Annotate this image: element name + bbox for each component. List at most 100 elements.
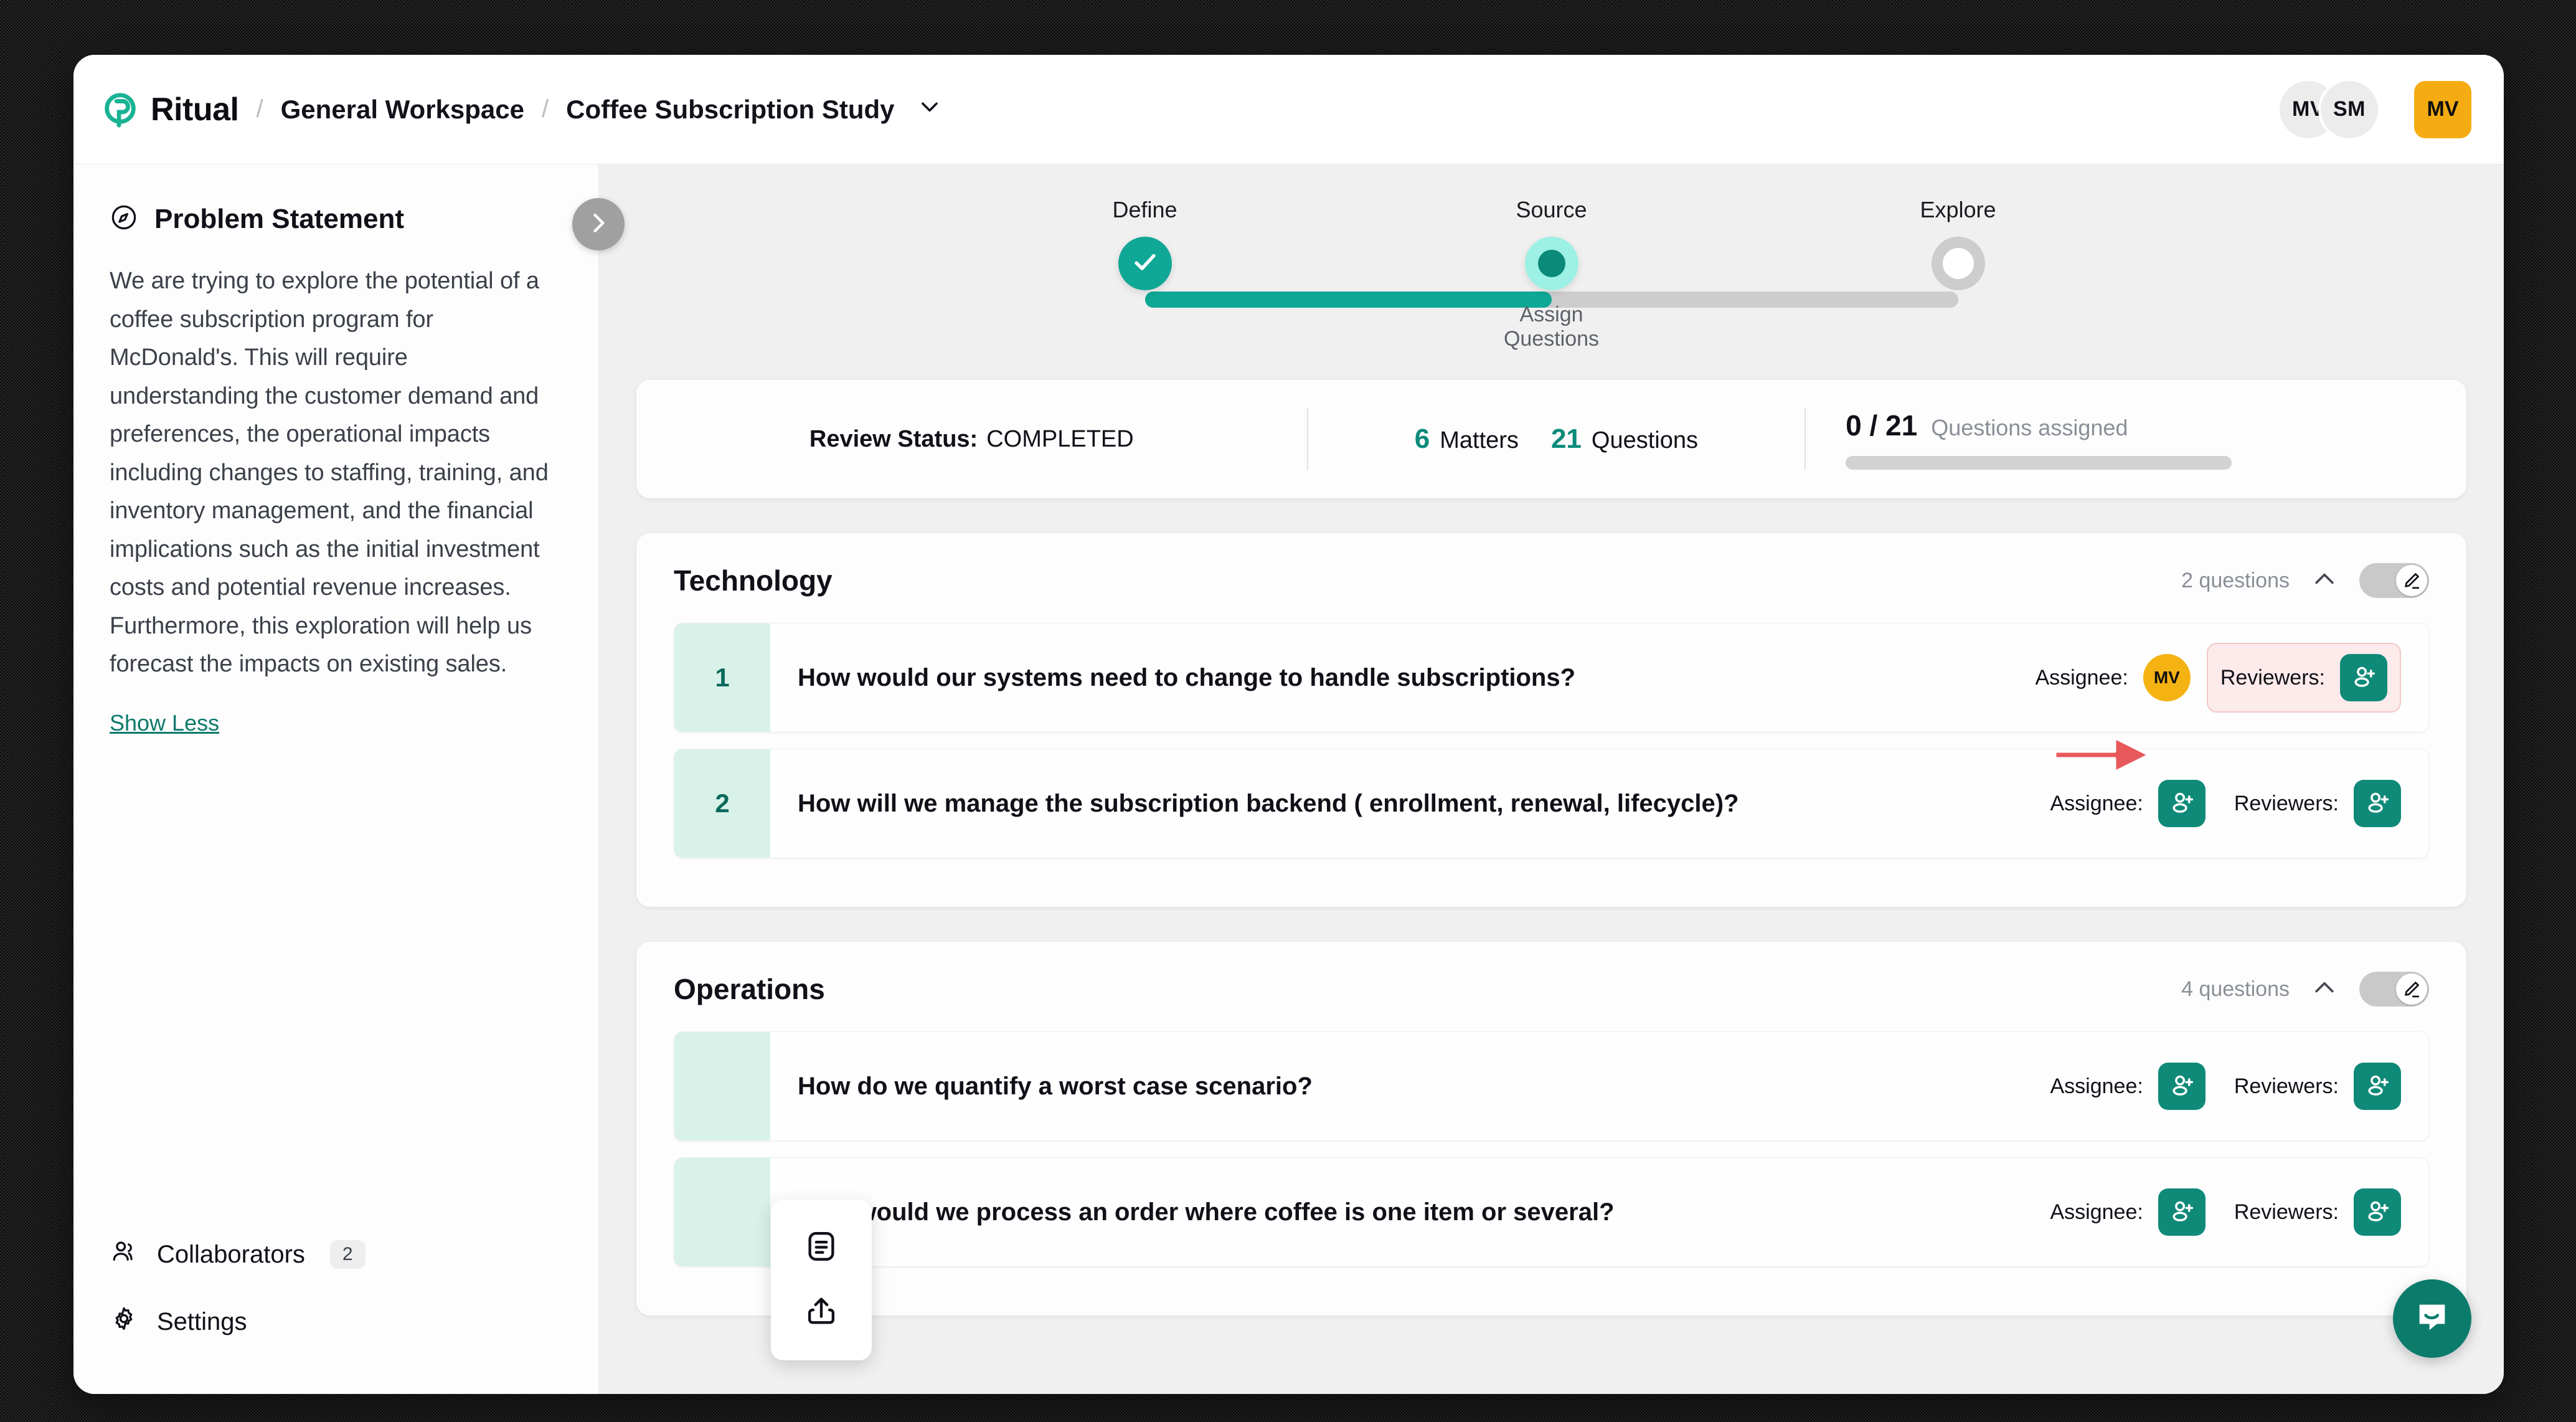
table-row[interactable]: 2 How will we manage the subscription ba… <box>674 749 2429 858</box>
question-actions: Assignee: MV Reviewers: <box>2036 623 2429 732</box>
reviewers-highlight: Reviewers: <box>2206 643 2401 713</box>
question-number: 1 <box>674 623 770 732</box>
section-operations: Operations 4 questions How do we quantif… <box>636 942 2466 1315</box>
stepper-step-explore[interactable]: Explore <box>1877 197 2039 290</box>
stepper-step-define[interactable]: Define <box>1064 197 1226 290</box>
problem-statement-text: We are trying to explore the potential o… <box>110 268 549 678</box>
table-row[interactable]: How would we process an order where coff… <box>674 1157 2429 1267</box>
assignee-avatar[interactable]: MV <box>2143 654 2191 701</box>
main-content: Define Source Assign Questions Explore R… <box>599 164 2504 1394</box>
stepper-dot-current[interactable] <box>1524 237 1578 290</box>
review-status-label: Review Status: <box>809 425 978 452</box>
counts-group: 6 Matters 21 Questions <box>1308 424 1805 455</box>
status-badge: 2 <box>329 1240 366 1269</box>
stepper-dot-todo[interactable] <box>1931 237 1985 290</box>
table-row[interactable]: How do we quantify a worst case scenario… <box>674 1031 2429 1141</box>
assignee-group: Assignee: <box>2050 780 2206 827</box>
section-edit-toggle[interactable] <box>2359 972 2429 1007</box>
users-icon <box>110 1237 138 1272</box>
sidebar-bottom-nav: Collaborators 2 Settings <box>110 1221 562 1394</box>
problem-statement-header: Problem Statement <box>110 203 562 235</box>
add-reviewer-button[interactable] <box>2340 654 2387 701</box>
floating-toolbar <box>771 1200 872 1360</box>
add-assignee-button[interactable] <box>2158 780 2206 827</box>
reviewers-label: Reviewers: <box>2234 791 2339 815</box>
assignee-label: Assignee: <box>2050 1074 2143 1098</box>
matters-metric: 6 Matters <box>1415 424 1519 455</box>
section-header-controls: 2 questions <box>2181 563 2429 598</box>
questions-metric: 21 Questions <box>1551 424 1698 455</box>
share-icon[interactable] <box>803 1292 839 1332</box>
add-assignee-button[interactable] <box>2158 1063 2206 1110</box>
breadcrumb-workspace[interactable]: General Workspace <box>281 95 524 125</box>
add-assignee-button[interactable] <box>2158 1188 2206 1236</box>
reviewers-label: Reviewers: <box>2234 1200 2339 1224</box>
app-window: Ritual / General Workspace / Coffee Subs… <box>73 55 2504 1394</box>
add-person-icon <box>2364 1071 2391 1102</box>
question-number <box>674 1032 770 1140</box>
reviewers-label: Reviewers: <box>2234 1074 2339 1098</box>
section-question-count: 4 questions <box>2181 977 2290 1001</box>
stepper-step-label: Explore <box>1920 197 1996 222</box>
add-person-icon <box>2364 1197 2391 1228</box>
stepper-step-sublabel: Assign Questions <box>1503 303 1600 351</box>
pencil-icon <box>2396 974 2427 1005</box>
question-actions: Assignee: Reviewers: <box>2050 1158 2429 1266</box>
question-text: How would we process an order where coff… <box>798 1198 1615 1226</box>
reviewers-group: Reviewers: <box>2220 654 2387 701</box>
assignee-group: Assignee: <box>2050 1188 2206 1236</box>
reviewers-group: Reviewers: <box>2234 1188 2401 1236</box>
sidebar-item-settings[interactable]: Settings <box>110 1288 562 1355</box>
pencil-icon <box>2396 565 2427 596</box>
chevron-down-icon[interactable] <box>918 95 941 125</box>
assigned-count: 0 / 21 <box>1846 409 1918 442</box>
section-technology: Technology 2 questions 1 How would our s… <box>636 533 2466 907</box>
page-title: Problem Statement <box>154 203 404 234</box>
brand[interactable]: Ritual <box>101 90 239 129</box>
section-edit-toggle[interactable] <box>2359 563 2429 598</box>
stepper-dot-done[interactable] <box>1118 237 1172 290</box>
questions-label: Questions <box>1591 427 1698 453</box>
assigned-progress-bar <box>1846 456 2232 470</box>
question-text: How do we quantify a worst case scenario… <box>798 1072 1313 1100</box>
brand-name: Ritual <box>151 91 239 128</box>
add-reviewer-button[interactable] <box>2354 1063 2401 1110</box>
add-reviewer-button[interactable] <box>2354 1188 2401 1236</box>
show-less-link[interactable]: Show Less <box>110 710 219 736</box>
add-reviewer-button[interactable] <box>2354 780 2401 827</box>
breadcrumb-project[interactable]: Coffee Subscription Study <box>566 95 941 125</box>
assignee-label: Assignee: <box>2050 1200 2143 1224</box>
section-title: Operations <box>674 973 825 1005</box>
current-user-avatar[interactable]: MV <box>2414 80 2471 138</box>
breadcrumb-project-label: Coffee Subscription Study <box>566 94 895 124</box>
chevron-right-icon <box>585 209 612 240</box>
sidebar-collapse-button[interactable] <box>572 198 625 250</box>
add-person-icon <box>2364 789 2391 819</box>
collaborator-avatars[interactable]: MV SM <box>2277 78 2380 141</box>
matters-count: 6 <box>1414 424 1430 454</box>
desktop-background: Ritual / General Workspace / Coffee Subs… <box>0 0 2576 1422</box>
chevron-up-icon[interactable] <box>2311 974 2338 1005</box>
add-person-icon <box>2168 789 2196 819</box>
matters-label: Matters <box>1440 427 1519 453</box>
section-header-controls: 4 questions <box>2181 972 2429 1007</box>
notes-icon[interactable] <box>803 1228 839 1268</box>
add-person-icon <box>2168 1197 2196 1228</box>
body: Problem Statement We are trying to explo… <box>73 164 2504 1394</box>
check-icon <box>1130 247 1160 280</box>
assigned-progress-group: 0 / 21 Questions assigned <box>1806 409 2466 470</box>
sidebar: Problem Statement We are trying to explo… <box>73 164 625 1394</box>
chat-widget-button[interactable] <box>2393 1279 2471 1358</box>
assignee-label: Assignee: <box>2050 791 2143 815</box>
reviewers-group: Reviewers: <box>2234 780 2401 827</box>
chevron-up-icon[interactable] <box>2311 566 2338 596</box>
stepper-step-source[interactable]: Source Assign Questions <box>1471 197 1633 351</box>
add-person-icon <box>2168 1071 2196 1102</box>
compass-icon <box>110 203 138 235</box>
avatar[interactable]: SM <box>2318 78 2380 141</box>
assigned-label: Questions assigned <box>1931 415 2128 440</box>
question-text: How will we manage the subscription back… <box>798 789 1739 817</box>
sidebar-item-collaborators[interactable]: Collaborators 2 <box>110 1221 562 1288</box>
breadcrumb-separator-1: / <box>256 95 263 123</box>
table-row[interactable]: 1 How would our systems need to change t… <box>674 623 2429 732</box>
